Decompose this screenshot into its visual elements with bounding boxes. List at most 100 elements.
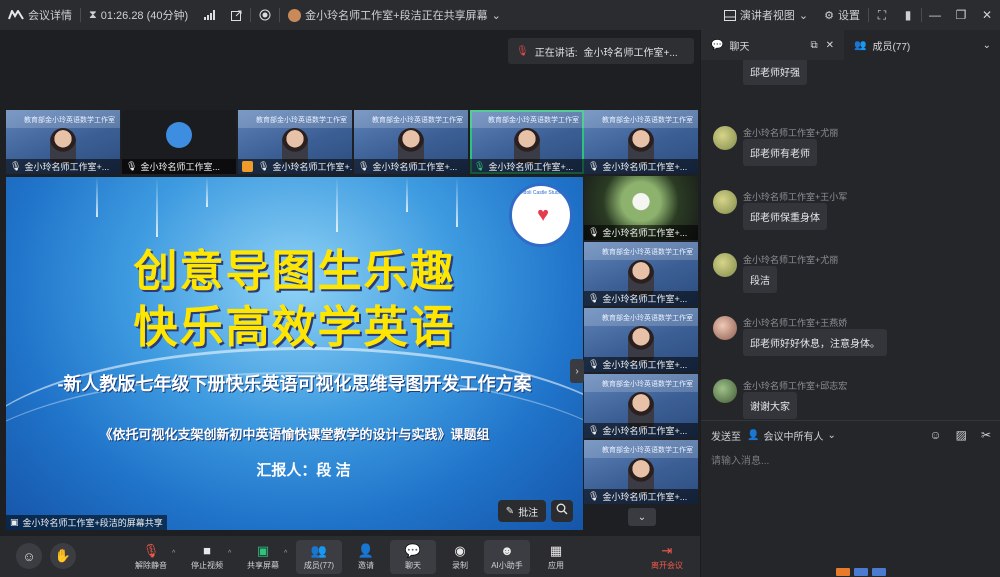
mic-muted-icon: 🎙 xyxy=(258,161,270,171)
slide-title-line2: 快乐高效学英语 xyxy=(133,303,456,352)
ai-assistant-button[interactable]: ☻ AI小助手 xyxy=(484,540,530,574)
meeting-app: 会议详情 ⧗ 01:26.28 (40分钟) 金小玲名师工作室+段洁正在共享屏幕 xyxy=(0,0,1000,577)
record-status[interactable] xyxy=(251,9,279,21)
video-tile[interactable]: 教育部金小玲英语数学工作室 🎙 金小玲名师工作室+... xyxy=(354,110,468,174)
message-sender: 金小玲名师工作室+邱志宏 xyxy=(743,381,848,391)
pop-out-icon[interactable]: ⧉ xyxy=(810,40,817,51)
video-tile[interactable]: 🎙 金小玲名师工作室+... xyxy=(584,176,698,240)
network-signal-button[interactable] xyxy=(196,10,223,20)
view-layout-icon xyxy=(723,9,736,21)
camera-icon: ■ xyxy=(203,542,211,558)
video-tile[interactable]: 教育部金小玲英语数学工作室 🎙 金小玲名师工作室+... xyxy=(584,242,698,306)
leave-label: 离开会议 xyxy=(651,560,683,570)
image-icon[interactable]: ▨ xyxy=(956,428,967,442)
video-tile-active[interactable]: 教育部金小玲英语数学工作室 🎙 金小玲名师工作室+... xyxy=(470,110,584,174)
tile-name: 金小玲名师工作室... xyxy=(140,162,220,172)
tile-label: 🎙 金小玲名师工作室... xyxy=(122,159,236,174)
slide-project: 《依托可视化支架创新初中英语愉快课堂教学的设计与实践》课题组 xyxy=(99,427,490,442)
tray-app-icon[interactable] xyxy=(836,568,850,576)
restore-button[interactable]: ❐ xyxy=(948,8,974,22)
video-tile[interactable]: 教育部金小玲英语数学工作室 🎙 金小玲名师工作室+... xyxy=(584,374,698,438)
send-to-dropdown[interactable]: 👤 会议中所有人 ⌄ xyxy=(747,428,836,443)
apps-button[interactable]: ▦ 应用 xyxy=(533,540,579,574)
stop-video-button[interactable]: ■ 停止视频 xyxy=(184,540,230,574)
avatar[interactable] xyxy=(713,126,737,150)
share-screen-button[interactable]: ▣ 共享屏幕 xyxy=(240,540,286,574)
avatar[interactable] xyxy=(713,190,737,214)
view-mode-dropdown[interactable]: 演讲者视图 ⌄ xyxy=(716,7,816,23)
message-sender: 金小玲名师工作室+尤丽 xyxy=(743,128,839,138)
unmute-button[interactable]: 🎙 解除静音 xyxy=(128,540,174,574)
invite-label: 邀请 xyxy=(358,560,374,570)
emoji-reaction-button[interactable]: ☺ xyxy=(16,543,42,569)
avatar[interactable] xyxy=(713,316,737,340)
share-options-caret[interactable]: ^ xyxy=(284,550,287,557)
message-bubble: 邱老师有老师 xyxy=(743,139,817,166)
toggle-panel-button[interactable]: ▮ xyxy=(895,8,921,22)
decor-line xyxy=(406,177,408,212)
apps-label: 应用 xyxy=(548,560,564,570)
chevron-down-icon: ⌄ xyxy=(637,511,647,523)
tile-label: 🎙 金小玲名师工作室+... xyxy=(584,357,698,372)
tile-label: 🎙 金小玲名师工作室+... xyxy=(584,159,698,174)
unmute-label: 解除静音 xyxy=(135,560,167,570)
avatar[interactable] xyxy=(713,379,737,403)
fullscreen-button[interactable]: ⛶ xyxy=(869,8,895,23)
message-sender: 金小玲名师工作室+王燕娇 xyxy=(743,318,848,328)
tab-members[interactable]: 👥 成员(77) ⌄ xyxy=(844,30,1000,60)
chat-button[interactable]: 💬 聊天 xyxy=(390,540,436,574)
mic-muted-icon: 🎙 xyxy=(10,161,22,171)
share-label-text: 金小玲名师工作室+段洁的屏幕共享 xyxy=(22,518,163,528)
tab-chat[interactable]: 💬 聊天 ⧉ ✕ xyxy=(701,30,844,60)
close-icon[interactable]: ✕ xyxy=(826,40,834,51)
minimize-button[interactable]: — xyxy=(922,8,948,22)
meeting-info-label: 会议详情 xyxy=(28,10,72,22)
close-button[interactable]: ✕ xyxy=(974,8,1000,22)
video-tile[interactable]: 教育部金小玲英语数学工作室 🎙 金小玲名师工作室+... xyxy=(6,110,120,174)
chevron-down-icon[interactable]: ⌄ xyxy=(983,40,991,51)
video-tile[interactable]: 教育部金小玲英语数学工作室 🎙 金小玲名师工作室+... xyxy=(584,440,698,504)
message-bubble: 段洁 xyxy=(743,266,777,293)
tile-label: 🎙 金小玲名师工作室+... xyxy=(238,159,352,174)
invite-button[interactable]: 👤 邀请 xyxy=(343,540,389,574)
tile-label: 🎙 金小玲名师工作室+... xyxy=(584,423,698,438)
tile-slide-header: 教育部金小玲英语数学工作室 xyxy=(354,110,468,128)
mic-muted-icon: 🎙 xyxy=(588,293,600,303)
scroll-down-button[interactable]: ⌄ xyxy=(628,508,656,526)
chat-message-list[interactable]: 邱老师好强 金小玲名师工作室+尤丽 邱老师有老师 金小玲名师工作室+王小军 邱老… xyxy=(701,60,1000,420)
restore-icon: ❐ xyxy=(955,8,967,22)
members-label: 成员(77) xyxy=(303,560,335,570)
message-bubble: 邱老师好强 xyxy=(743,60,807,85)
emoji-icon[interactable]: ☺ xyxy=(929,428,941,442)
pop-out-button[interactable] xyxy=(223,10,250,21)
members-button[interactable]: 👥 成员(77) xyxy=(296,540,342,574)
video-tile[interactable]: 教育部金小玲英语数学工作室 🎙 金小玲名师工作室+... xyxy=(584,308,698,372)
mic-muted-icon: 🎙 xyxy=(588,359,600,369)
members-tab-actions: ⌄ xyxy=(983,40,991,51)
video-tile[interactable]: 教育部金小玲英语数学工作室 🎙 金小玲名师工作室+... xyxy=(238,110,352,174)
unmute-options-caret[interactable]: ^ xyxy=(172,550,175,557)
settings-button[interactable]: ⚙ 设置 xyxy=(816,7,868,23)
video-tile[interactable]: 教育部金小玲英语数学工作室 🎙 金小玲名师工作室+... xyxy=(584,110,698,174)
tray-app-icon[interactable] xyxy=(854,568,868,576)
meeting-info-button[interactable]: 会议详情 xyxy=(0,7,80,23)
avatar[interactable] xyxy=(713,253,737,277)
raise-hand-button[interactable]: ✋ xyxy=(50,543,76,569)
tray-app-icon[interactable] xyxy=(872,568,886,576)
annotate-button[interactable]: ✎ 批注 xyxy=(498,500,546,522)
mic-muted-icon: 🎙 xyxy=(126,161,138,171)
video-tile[interactable]: 🎙 金小玲名师工作室... xyxy=(122,110,236,174)
smile-icon: ☺ xyxy=(22,548,36,564)
message-input[interactable]: 请输入消息... xyxy=(711,452,991,562)
screenshot-icon[interactable]: ✂ xyxy=(981,428,991,442)
composer-tools: ☺ ▨ ✂ xyxy=(929,428,991,442)
members-tab-label: 成员(77) xyxy=(872,41,911,53)
zoom-button[interactable] xyxy=(551,500,573,522)
tile-name: 金小玲名师工作室+... xyxy=(602,360,688,370)
add-person-icon: 👤 xyxy=(357,542,375,558)
expand-side-button[interactable]: › xyxy=(570,359,584,383)
share-status-dropdown[interactable]: 金小玲名师工作室+段洁正在共享屏幕 ⌄ xyxy=(280,7,509,23)
leave-meeting-button[interactable]: ⇥ 离开会议 xyxy=(644,540,690,574)
record-button[interactable]: ◉ 录制 xyxy=(437,540,483,574)
video-options-caret[interactable]: ^ xyxy=(228,550,231,557)
